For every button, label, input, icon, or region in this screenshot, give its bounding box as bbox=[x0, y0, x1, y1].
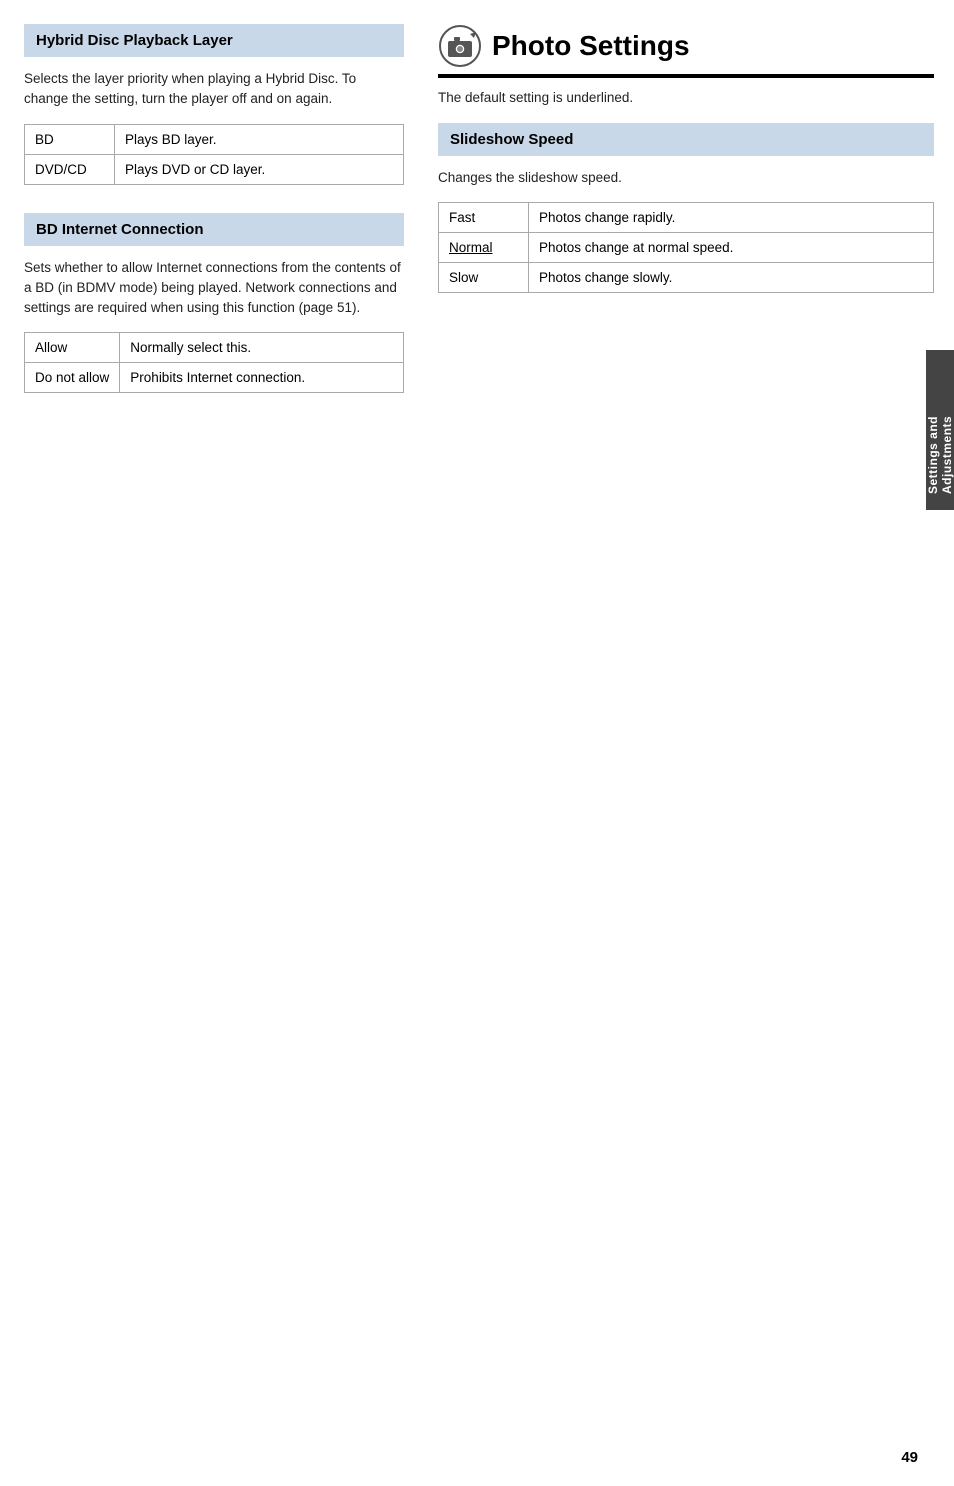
bd-internet-header: BD Internet Connection bbox=[24, 213, 404, 246]
option-cell: DVD/CD bbox=[25, 154, 115, 184]
left-column: Hybrid Disc Playback Layer Selects the l… bbox=[24, 24, 404, 1466]
option-cell: Allow bbox=[25, 333, 120, 363]
hybrid-disc-body: Selects the layer priority when playing … bbox=[24, 69, 404, 110]
hybrid-disc-header: Hybrid Disc Playback Layer bbox=[24, 24, 404, 57]
table-row: BDPlays BD layer. bbox=[25, 124, 404, 154]
page-container: Hybrid Disc Playback Layer Selects the l… bbox=[0, 0, 954, 1486]
slideshow-speed-body: Changes the slideshow speed. bbox=[438, 168, 934, 188]
side-tab: Settings and Adjustments bbox=[926, 350, 954, 510]
default-note: The default setting is underlined. bbox=[438, 90, 934, 105]
right-column: Photo Settings The default setting is un… bbox=[428, 24, 934, 1466]
table-row: Normal Photos change at normal speed. bbox=[439, 233, 934, 263]
option-cell: Normal bbox=[439, 233, 529, 263]
option-cell: Fast bbox=[439, 203, 529, 233]
photo-settings-header: Photo Settings bbox=[438, 24, 934, 78]
photo-settings-title: Photo Settings bbox=[492, 30, 690, 62]
option-cell: Do not allow bbox=[25, 363, 120, 393]
table-row: DVD/CDPlays DVD or CD layer. bbox=[25, 154, 404, 184]
underlined-option: Normal bbox=[449, 240, 493, 255]
slideshow-speed-table: FastPhotos change rapidly. Normal Photos c… bbox=[438, 202, 934, 293]
page-number: 49 bbox=[901, 1449, 918, 1466]
description-cell: Normally select this. bbox=[120, 333, 404, 363]
table-row: SlowPhotos change slowly. bbox=[439, 263, 934, 293]
description-cell: Plays DVD or CD layer. bbox=[115, 154, 404, 184]
option-cell: Slow bbox=[439, 263, 529, 293]
table-row: Do not allowProhibits Internet connectio… bbox=[25, 363, 404, 393]
camera-svg bbox=[438, 24, 482, 68]
bd-internet-table: AllowNormally select this.Do not allowPr… bbox=[24, 332, 404, 393]
description-cell: Photos change rapidly. bbox=[529, 203, 934, 233]
slideshow-speed-header: Slideshow Speed bbox=[438, 123, 934, 156]
description-cell: Prohibits Internet connection. bbox=[120, 363, 404, 393]
description-cell: Plays BD layer. bbox=[115, 124, 404, 154]
main-content: Hybrid Disc Playback Layer Selects the l… bbox=[0, 0, 954, 1486]
description-cell: Photos change slowly. bbox=[529, 263, 934, 293]
bd-internet-body: Sets whether to allow Internet connectio… bbox=[24, 258, 404, 319]
description-cell: Photos change at normal speed. bbox=[529, 233, 934, 263]
table-row: FastPhotos change rapidly. bbox=[439, 203, 934, 233]
photo-icon bbox=[438, 24, 482, 68]
option-cell: BD bbox=[25, 124, 115, 154]
table-row: AllowNormally select this. bbox=[25, 333, 404, 363]
hybrid-disc-table: BDPlays BD layer.DVD/CDPlays DVD or CD l… bbox=[24, 124, 404, 185]
